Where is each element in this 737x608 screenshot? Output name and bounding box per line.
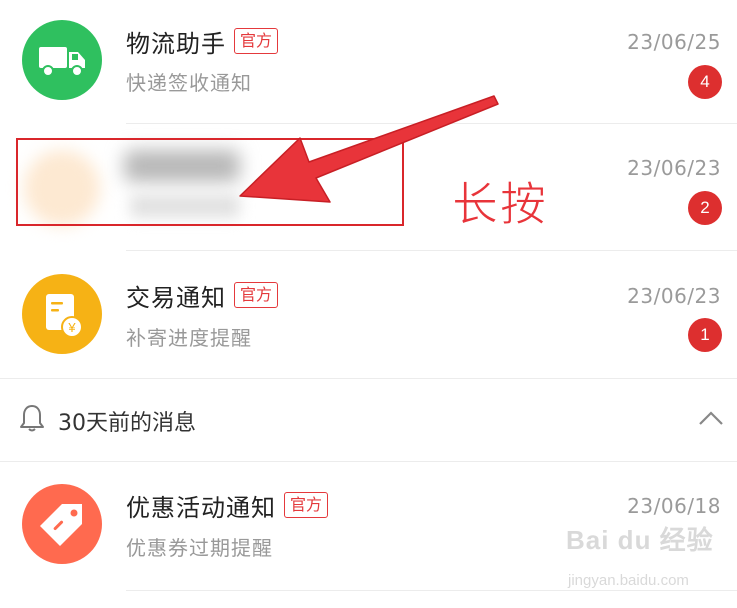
older-messages-header[interactable]: 30天前的消息 [0, 379, 737, 461]
conversation-title: 优惠活动通知 [126, 493, 276, 522]
conversation-title: 物流助手 [126, 29, 226, 58]
conversation-item-transactions[interactable]: ¥ 交易通知 官方 补寄进度提醒 23/06/23 1 [0, 252, 737, 378]
highlight-box [16, 138, 404, 226]
conversation-date: 23/06/18 [627, 494, 721, 518]
title-line: 交易通知 官方 [126, 278, 279, 312]
transactions-avatar: ¥ [22, 274, 102, 354]
conversation-item-logistics[interactable]: 物流助手 官方 快递签收通知 23/06/25 4 [0, 0, 737, 122]
conversation-title: 交易通知 [126, 283, 226, 312]
promotions-avatar [22, 484, 102, 564]
baidu-jingyan-watermark: Bai du 经验 [566, 525, 714, 555]
divider [126, 590, 737, 591]
title-line: 物流助手 官方 [126, 24, 279, 58]
conversation-date: 23/06/23 [627, 284, 721, 308]
unread-count-badge: 2 [688, 191, 722, 225]
conversation-preview: 补寄进度提醒 [126, 326, 252, 350]
bell-icon [20, 405, 44, 432]
price-tag-icon [40, 504, 82, 546]
conversation-preview: 优惠券过期提醒 [126, 536, 273, 560]
unread-count-badge: 1 [688, 318, 722, 352]
conversation-date: 23/06/23 [627, 156, 721, 180]
title-line: 优惠活动通知 官方 [126, 488, 329, 522]
unread-count-badge: 4 [688, 65, 722, 99]
divider [126, 250, 737, 251]
official-tag: 官方 [234, 28, 279, 54]
section-label: 30天前的消息 [58, 411, 196, 436]
conversation-date: 23/06/25 [627, 30, 721, 54]
long-press-annotation: 长按 [452, 178, 548, 231]
svg-text:¥: ¥ [67, 320, 76, 335]
official-tag: 官方 [234, 282, 279, 308]
chevron-up-icon[interactable] [698, 407, 724, 429]
official-tag: 官方 [284, 492, 329, 518]
watermark-url: jingyan.baidu.com [568, 572, 689, 589]
conversation-preview: 快递签收通知 [126, 71, 252, 95]
logistics-avatar [22, 20, 102, 100]
receipt-yuan-icon: ¥ [46, 294, 83, 338]
truck-icon [39, 47, 85, 77]
